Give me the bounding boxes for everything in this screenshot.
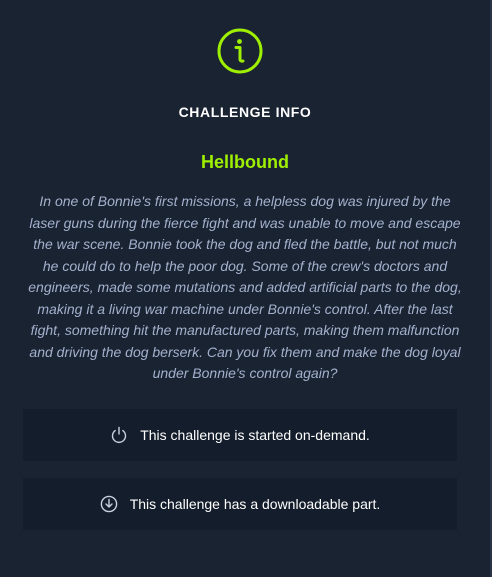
on-demand-notice-text: This challenge is started on-demand. xyxy=(140,427,370,443)
challenge-description: In one of Bonnie's first missions, a hel… xyxy=(28,193,462,381)
downloadable-notice: This challenge has a downloadable part. xyxy=(23,478,457,530)
challenge-name: Hellbound xyxy=(201,152,289,172)
on-demand-notice: This challenge is started on-demand. xyxy=(23,409,457,461)
challenge-info-panel: CHALLENGE INFO Hellbound In one of Bonni… xyxy=(0,0,492,577)
panel-title: CHALLENGE INFO xyxy=(178,104,312,120)
downloadable-notice-text: This challenge has a downloadable part. xyxy=(129,496,381,512)
power-icon xyxy=(110,426,128,444)
download-icon xyxy=(100,495,118,513)
info-icon xyxy=(217,28,263,74)
